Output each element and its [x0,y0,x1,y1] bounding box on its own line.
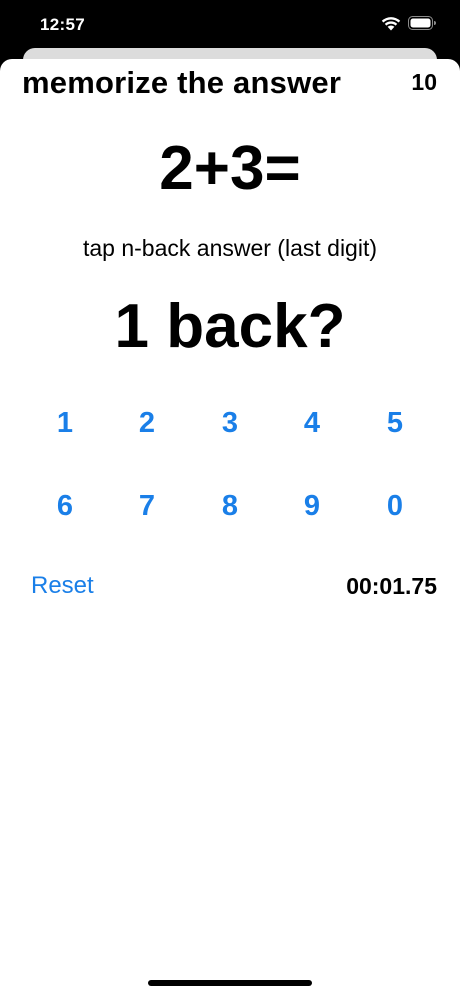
key-9-button[interactable]: 9 [271,482,353,530]
battery-icon [408,16,436,30]
status-time: 12:57 [40,15,85,34]
status-bar: 12:57 [0,0,460,50]
key-3-button[interactable]: 3 [189,399,271,447]
equation: 2+3= [159,134,301,203]
key-5-button[interactable]: 5 [354,399,436,447]
key-0-button[interactable]: 0 [354,482,436,530]
key-8-button[interactable]: 8 [189,482,271,530]
page-title: memorize the answer [22,65,342,100]
wifi-icon [381,17,401,31]
timer: 00:01.75 [346,573,437,599]
modal-sheet: memorize the answer 10 2+3= tap n-back a… [0,59,460,996]
screen: 12:57 memorize the answer 10 2+3= tap n-… [0,0,460,996]
instruction-text: tap n-back answer (last digit) [82,235,377,261]
home-indicator[interactable] [148,980,312,986]
reset-button[interactable]: Reset [31,572,94,600]
key-6-button[interactable]: 6 [24,482,106,530]
round-counter: 10 [411,69,437,95]
key-1-button[interactable]: 1 [24,399,106,447]
key-4-button[interactable]: 4 [271,399,353,447]
number-keypad: 1 2 3 4 5 6 7 8 9 0 [24,399,436,569]
key-7-button[interactable]: 7 [106,482,188,530]
nback-question: 1 back? [114,292,346,361]
key-2-button[interactable]: 2 [106,399,188,447]
